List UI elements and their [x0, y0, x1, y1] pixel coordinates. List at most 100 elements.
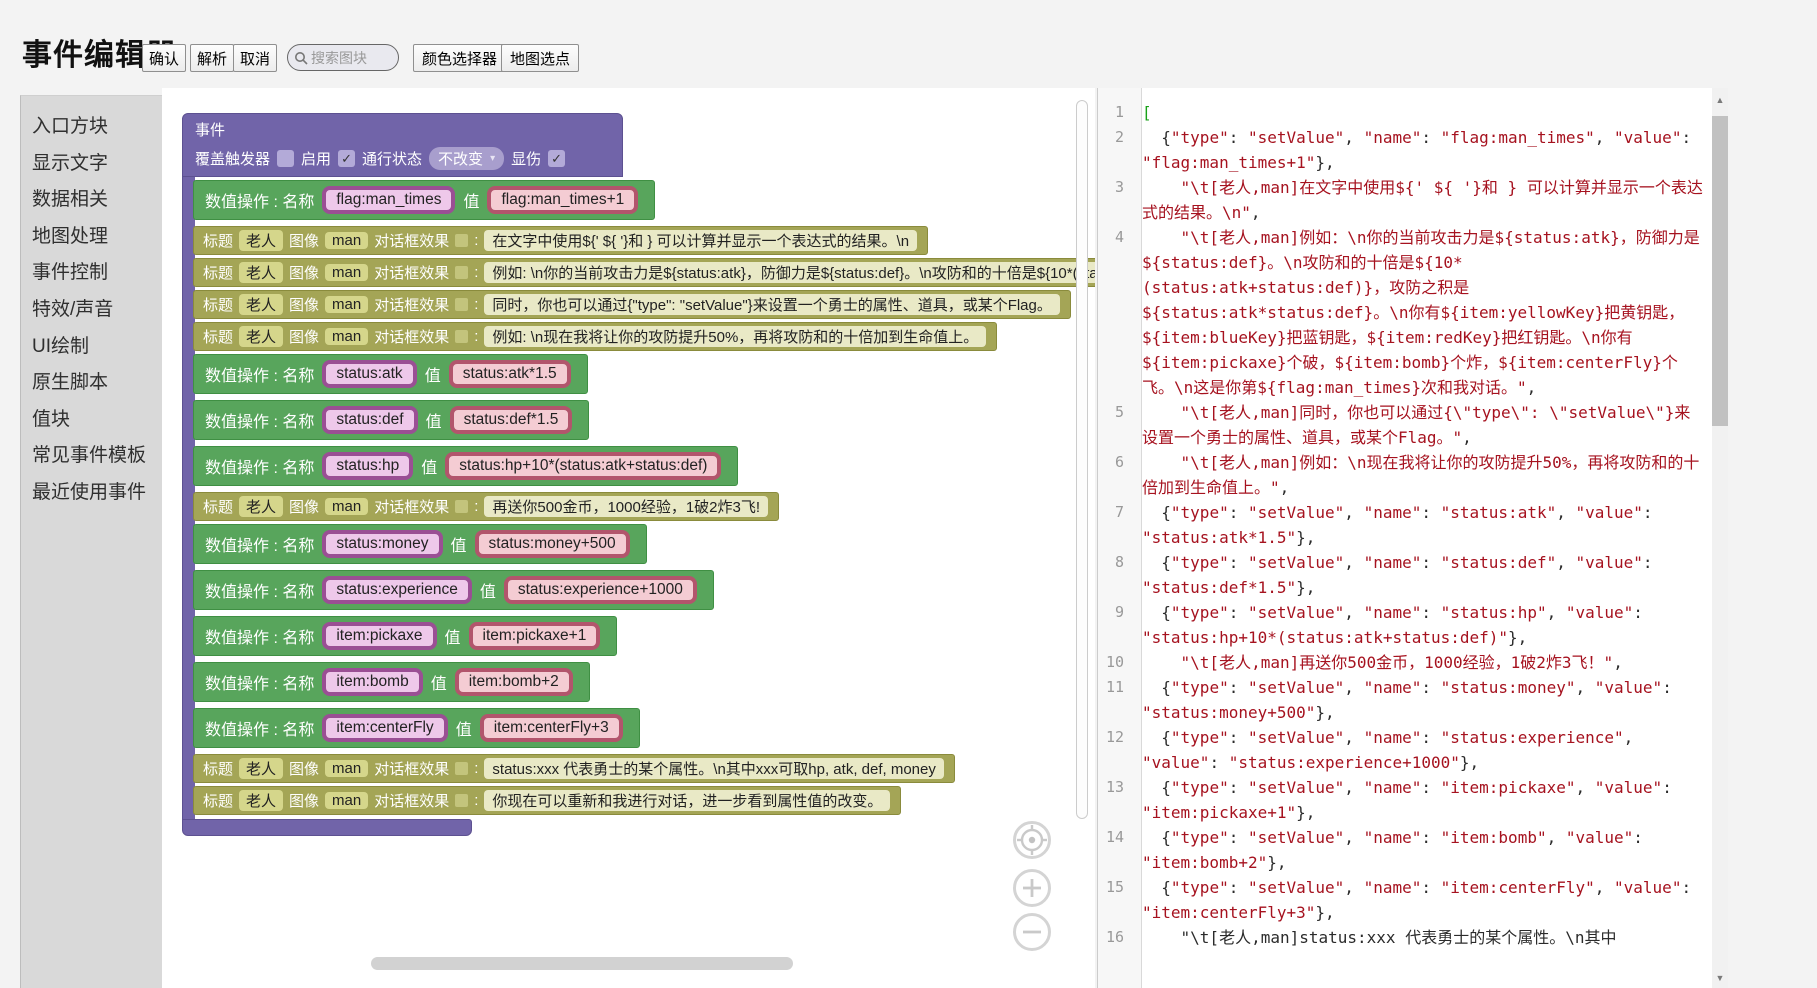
name-field[interactable]: item:pickaxe — [322, 622, 436, 650]
speaker-field[interactable]: 老人 — [239, 496, 283, 517]
line-content[interactable]: {"type": "setValue", "name": "item:bomb"… — [1133, 825, 1706, 875]
block-setvalue-row[interactable]: 数值操作 : 名称 item:centerFly 值 item:centerFl… — [193, 708, 640, 748]
image-field[interactable]: man — [325, 296, 368, 313]
block-text-row[interactable]: 标题 老人 图像 man 对话框效果 : 你现在可以重新和我进行对话，进一步看到… — [193, 786, 901, 815]
value-field[interactable]: item:centerFly+3 — [480, 714, 623, 742]
sidebar-item[interactable]: 值块 — [32, 402, 162, 439]
dialog-effect-checkbox[interactable] — [455, 500, 468, 513]
line-content[interactable]: "\t[老人,man]同时，你也可以通过{\"type\": \"setValu… — [1133, 400, 1706, 450]
image-field[interactable]: man — [325, 328, 368, 345]
image-field[interactable]: man — [325, 498, 368, 515]
line-content[interactable]: {"type": "setValue", "name": "status:mon… — [1133, 675, 1706, 725]
code-line[interactable]: 2 {"type": "setValue", "name": "flag:man… — [1098, 125, 1706, 175]
code-line[interactable]: 9 {"type": "setValue", "name": "status:h… — [1098, 600, 1706, 650]
block-text-row[interactable]: 标题 老人 图像 man 对话框效果 : 再送你500金币，1000经验，1破2… — [193, 492, 779, 521]
line-content[interactable]: {"type": "setValue", "name": "item:cente… — [1133, 875, 1706, 925]
name-field[interactable]: flag:man_times — [322, 186, 455, 214]
parse-button[interactable]: 解析 — [190, 44, 234, 72]
code-line[interactable]: 12 {"type": "setValue", "name": "status:… — [1098, 725, 1706, 775]
text-field[interactable]: 再送你500金币，1000经验，1破2炸3飞! — [484, 496, 768, 517]
cancel-button[interactable]: 取消 — [233, 44, 277, 72]
value-field[interactable]: status:hp+10*(status:atk+status:def) — [445, 452, 721, 480]
search-input[interactable] — [311, 50, 391, 66]
text-field[interactable]: 同时，你也可以通过{"type": "setValue"}来设置一个勇士的属性、… — [484, 294, 1059, 315]
sidebar-item[interactable]: UI绘制 — [32, 329, 162, 366]
sidebar-item[interactable]: 事件控制 — [32, 255, 162, 292]
value-field[interactable]: item:pickaxe+1 — [469, 622, 601, 650]
sidebar-item[interactable]: 常见事件模板 — [32, 438, 162, 475]
block-text-row[interactable]: 标题 老人 图像 man 对话框效果 : 在文字中使用${' ${ '}和 } … — [193, 226, 928, 255]
sidebar-item[interactable]: 显示文字 — [32, 146, 162, 183]
name-field[interactable]: item:bomb — [322, 668, 422, 696]
block-text-row[interactable]: 标题 老人 图像 man 对话框效果 : status:xxx 代表勇士的某个属… — [193, 754, 955, 783]
map-pick-button[interactable]: 地图选点 — [501, 44, 579, 72]
dialog-effect-checkbox[interactable] — [455, 762, 468, 775]
block-setvalue-row[interactable]: 数值操作 : 名称 status:money 值 status:money+50… — [193, 524, 647, 564]
scroll-down-arrow-icon[interactable]: ▼ — [1712, 970, 1728, 986]
color-picker-button[interactable]: 颜色选择器 — [413, 44, 506, 72]
line-content[interactable]: "\t[老人,man]再送你500金币，1000经验，1破2炸3飞！", — [1133, 650, 1706, 675]
value-field[interactable]: status:atk*1.5 — [449, 360, 571, 388]
zoom-reset-button[interactable] — [1013, 821, 1051, 859]
name-field[interactable]: status:atk — [322, 360, 416, 388]
dialog-effect-checkbox[interactable] — [455, 234, 468, 247]
value-field[interactable]: status:experience+1000 — [504, 576, 697, 604]
horizontal-scrollbar[interactable] — [371, 957, 793, 970]
code-line[interactable]: 13 {"type": "setValue", "name": "item:pi… — [1098, 775, 1706, 825]
scrollbar-thumb[interactable] — [1712, 116, 1728, 426]
dialog-effect-checkbox[interactable] — [455, 330, 468, 343]
text-field[interactable]: 在文字中使用${' ${ '}和 } 可以计算并显示一个表达式的结果。\n — [484, 230, 917, 251]
block-setvalue-row[interactable]: 数值操作 : 名称 flag:man_times 值 flag:man_time… — [193, 180, 655, 220]
block-setvalue-row[interactable]: 数值操作 : 名称 status:atk 值 status:atk*1.5 — [193, 354, 588, 394]
block-setvalue-row[interactable]: 数值操作 : 名称 item:bomb 值 item:bomb+2 — [193, 662, 590, 702]
image-field[interactable]: man — [325, 232, 368, 249]
text-field[interactable]: status:xxx 代表勇士的某个属性。\n其中xxx可取hp, atk, d… — [484, 758, 943, 779]
speaker-field[interactable]: 老人 — [239, 790, 283, 811]
line-content[interactable]: {"type": "setValue", "name": "item:picka… — [1133, 775, 1706, 825]
sidebar-item[interactable]: 原生脚本 — [32, 365, 162, 402]
image-field[interactable]: man — [325, 760, 368, 777]
dialog-effect-checkbox[interactable] — [455, 298, 468, 311]
sidebar-item[interactable]: 数据相关 — [32, 182, 162, 219]
speaker-field[interactable]: 老人 — [239, 326, 283, 347]
code-line[interactable]: 3 "\t[老人,man]在文字中使用${' ${ '}和 } 可以计算并显示一… — [1098, 175, 1706, 225]
cover-trigger-checkbox[interactable] — [277, 150, 294, 167]
sidebar-item[interactable]: 地图处理 — [32, 219, 162, 256]
value-field[interactable]: item:bomb+2 — [455, 668, 573, 696]
speaker-field[interactable]: 老人 — [239, 230, 283, 251]
speaker-field[interactable]: 老人 — [239, 262, 283, 283]
line-content[interactable]: "\t[老人,man]status:xxx 代表勇士的某个属性。\n其中 — [1133, 925, 1706, 950]
text-field[interactable]: 例如: \n你的当前攻击力是${status:atk}，防御力是${status… — [484, 262, 1095, 283]
block-setvalue-row[interactable]: 数值操作 : 名称 status:def 值 status:def*1.5 — [193, 400, 589, 440]
scroll-up-arrow-icon[interactable]: ▲ — [1712, 92, 1728, 108]
text-field[interactable]: 例如: \n现在我将让你的攻防提升50%，再将攻防和的十倍加到生命值上。 — [484, 326, 986, 347]
sidebar-item[interactable]: 最近使用事件 — [32, 475, 162, 512]
code-line[interactable]: 14 {"type": "setValue", "name": "item:bo… — [1098, 825, 1706, 875]
damage-display-checkbox[interactable]: ✓ — [548, 150, 565, 167]
value-field[interactable]: flag:man_times+1 — [487, 186, 638, 214]
speaker-field[interactable]: 老人 — [239, 758, 283, 779]
code-line[interactable]: 10 "\t[老人,man]再送你500金币，1000经验，1破2炸3飞！", — [1098, 650, 1706, 675]
line-content[interactable]: "\t[老人,man]例如：\n你的当前攻击力是${status:atk}，防御… — [1133, 225, 1706, 400]
line-content[interactable]: "\t[老人,man]在文字中使用${' ${ '}和 } 可以计算并显示一个表… — [1133, 175, 1706, 225]
dialog-effect-checkbox[interactable] — [455, 266, 468, 279]
block-setvalue-row[interactable]: 数值操作 : 名称 status:hp 值 status:hp+10*(stat… — [193, 446, 738, 486]
name-field[interactable]: item:centerFly — [322, 714, 447, 742]
sidebar-item[interactable]: 入口方块 — [32, 109, 162, 146]
line-content[interactable]: {"type": "setValue", "name": "status:hp"… — [1133, 600, 1706, 650]
code-line[interactable]: 11 {"type": "setValue", "name": "status:… — [1098, 675, 1706, 725]
vertical-scrollbar[interactable] — [1076, 100, 1088, 819]
enable-checkbox[interactable]: ✓ — [338, 150, 355, 167]
pass-state-dropdown[interactable]: 不改变 ▾ — [429, 147, 504, 170]
code-line[interactable]: 16 "\t[老人,man]status:xxx 代表勇士的某个属性。\n其中 — [1098, 925, 1706, 950]
block-text-row[interactable]: 标题 老人 图像 man 对话框效果 : 例如: \n现在我将让你的攻防提升50… — [193, 322, 997, 351]
code-line[interactable]: 1 [ — [1098, 100, 1706, 125]
name-field[interactable]: status:hp — [322, 452, 413, 480]
code-panel[interactable]: 1 [ 2 {"type": "setValue", "name": "flag… — [1097, 88, 1712, 988]
name-field[interactable]: status:experience — [322, 576, 472, 604]
code-line[interactable]: 5 "\t[老人,man]同时，你也可以通过{\"type\": \"setVa… — [1098, 400, 1706, 450]
name-field[interactable]: status:money — [322, 530, 442, 558]
line-content[interactable]: {"type": "setValue", "name": "status:exp… — [1133, 725, 1706, 775]
confirm-button[interactable]: 确认 — [142, 44, 186, 72]
line-content[interactable]: {"type": "setValue", "name": "flag:man_t… — [1133, 125, 1706, 175]
